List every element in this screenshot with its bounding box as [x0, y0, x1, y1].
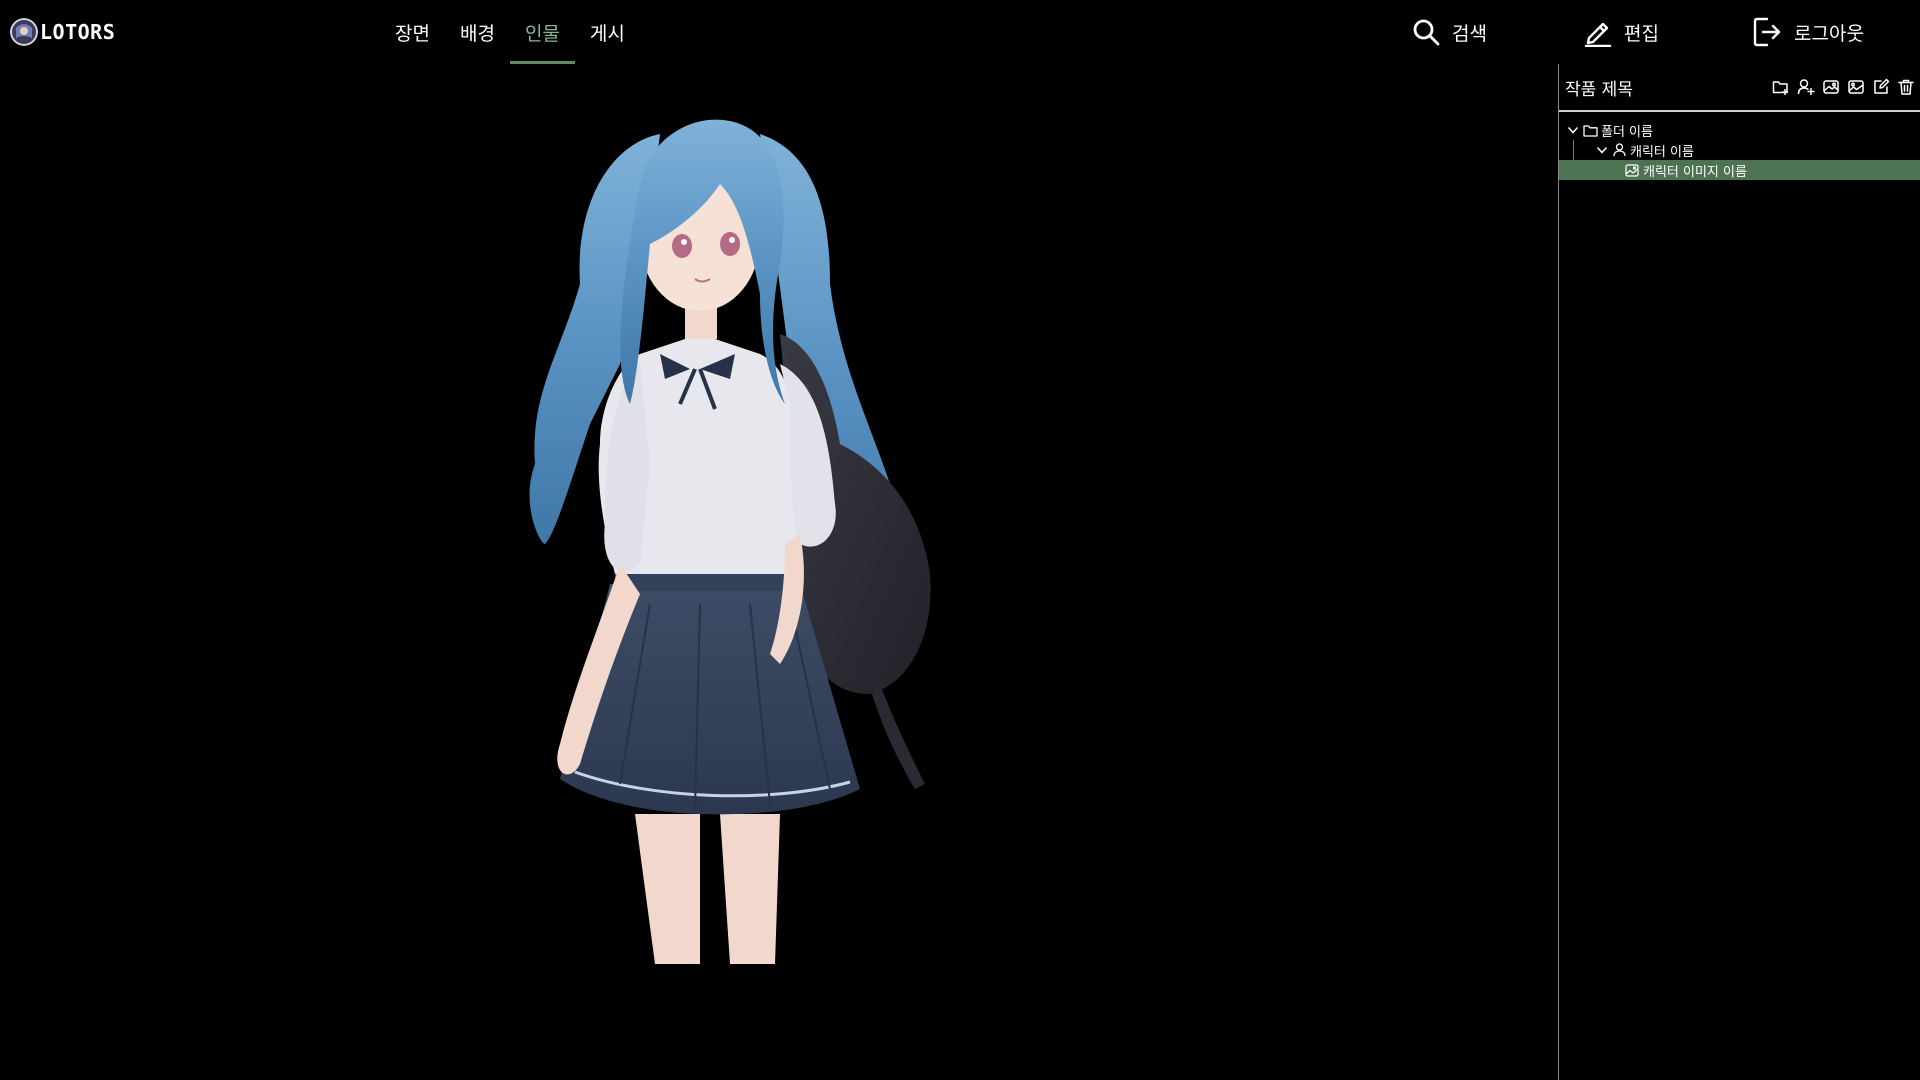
tab-label: 배경	[459, 22, 495, 45]
edit-label: 편집	[1624, 22, 1659, 45]
search-button[interactable]: 검색	[1412, 0, 1487, 64]
new-folder-button[interactable]	[1771, 77, 1791, 97]
tab-label: 인물	[524, 22, 560, 45]
logo[interactable]: LOTORS	[10, 17, 115, 47]
image-canvas[interactable]	[0, 64, 1558, 1080]
trash-icon	[1898, 79, 1914, 95]
logo-text: LOTORS	[40, 20, 116, 44]
replace-image-icon	[1848, 80, 1864, 94]
logo-mark-icon	[10, 18, 38, 46]
tab-label: 장면	[395, 22, 430, 45]
delete-button[interactable]	[1896, 77, 1916, 97]
logout-icon	[1753, 17, 1781, 47]
search-label: 검색	[1452, 22, 1487, 45]
edit-button[interactable]: 편집	[1584, 0, 1659, 64]
add-character-icon	[1797, 79, 1815, 95]
logout-button[interactable]: 로그아웃	[1752, 0, 1864, 64]
chevron-down-icon[interactable]	[1566, 123, 1580, 137]
tab-label: 게시	[589, 22, 625, 45]
tree-character-label: 캐릭터 이름	[1630, 144, 1694, 160]
folder-icon	[1582, 122, 1598, 138]
chevron-down-icon[interactable]	[1595, 143, 1609, 157]
tab-scene[interactable]: 장면	[380, 0, 445, 64]
app-root: LOTORS 장면 배경 인물 게시 검색 편집 로그아웃 작품 제목 폴더 이…	[0, 0, 1920, 1080]
tree-character-row[interactable]: 캐릭터 이름	[1559, 140, 1920, 160]
image-icon	[1624, 162, 1640, 178]
tab-character[interactable]: 인물	[509, 0, 575, 64]
tree-image-label: 캐릭터 이미지 이름	[1643, 164, 1747, 180]
tree-folder-label: 폴더 이름	[1601, 124, 1653, 140]
character-image	[529, 119, 931, 964]
tab-background[interactable]: 배경	[445, 0, 510, 64]
project-panel: 작품 제목 폴더 이름 캐릭터 이름 캐릭터 이미지 이름	[1558, 64, 1920, 1080]
project-title: 작품 제목	[1565, 79, 1633, 100]
project-tree: 폴더 이름 캐릭터 이름 캐릭터 이미지 이름	[1559, 120, 1920, 180]
tree-folder-row[interactable]: 폴더 이름	[1559, 120, 1920, 140]
add-image-icon	[1823, 80, 1839, 94]
panel-toolbar	[1771, 77, 1916, 97]
edit-icon	[1874, 78, 1890, 94]
edit-item-button[interactable]	[1871, 77, 1891, 97]
replace-image-button[interactable]	[1846, 77, 1866, 97]
logout-label: 로그아웃	[1794, 22, 1864, 45]
pencil-icon	[1584, 22, 1612, 47]
main-nav: 장면 배경 인물 게시	[380, 0, 640, 64]
new-folder-icon	[1772, 81, 1788, 95]
search-icon	[1413, 19, 1440, 46]
add-character-button[interactable]	[1796, 77, 1816, 97]
tab-publish[interactable]: 게시	[575, 0, 640, 64]
tree-image-row[interactable]: 캐릭터 이미지 이름	[1559, 160, 1920, 180]
add-image-button[interactable]	[1821, 77, 1841, 97]
person-icon	[1611, 142, 1627, 158]
top-bar: LOTORS 장면 배경 인물 게시 검색 편집 로그아웃	[0, 0, 1920, 64]
panel-header: 작품 제목	[1559, 64, 1920, 112]
